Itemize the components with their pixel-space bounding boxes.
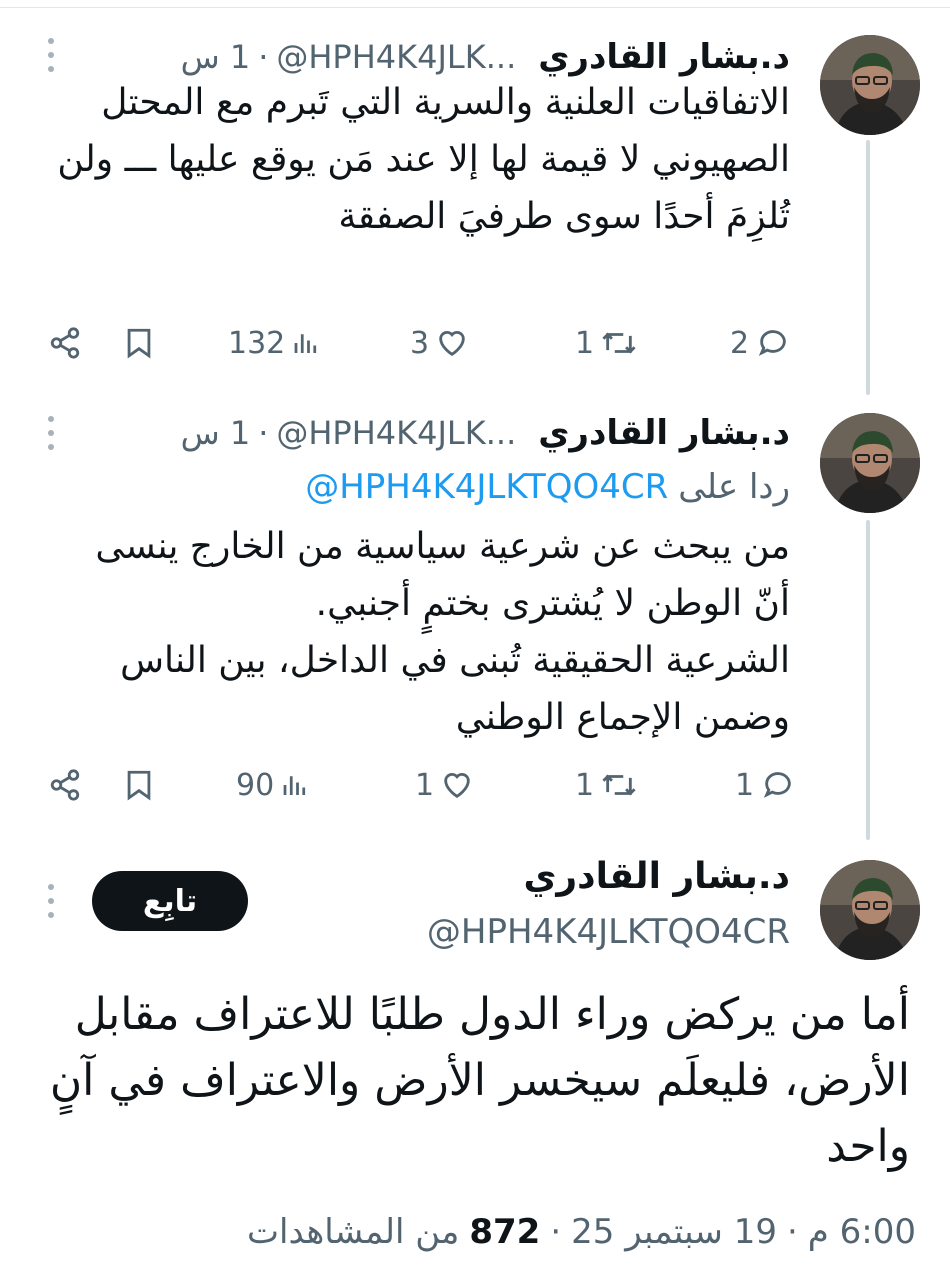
separator-dot: · <box>258 38 269 76</box>
likes-count: 1 <box>415 767 435 803</box>
reply-mention-link[interactable]: @HPH4K4JLKTQO4CR <box>305 467 668 507</box>
retweet-icon <box>602 332 636 354</box>
tweet-actions: 90 1 1 1 <box>40 760 800 810</box>
retweet-button[interactable]: 1 <box>575 318 638 368</box>
display-name[interactable]: د.بشار القادري <box>538 413 790 453</box>
follow-button[interactable]: تابِع <box>92 871 248 931</box>
tweet-text: من يبحث عن شرعية سياسية من الخارج ينسى أ… <box>95 526 790 738</box>
display-name[interactable]: د.بشار القادري <box>538 37 790 77</box>
views-count[interactable]: 872 <box>469 1212 540 1252</box>
heart-icon <box>439 331 465 357</box>
tweet-time[interactable]: 1 س <box>181 414 251 452</box>
tweet-text: أما من يركض وراء الدول طلبًا للاعتراف مق… <box>49 989 910 1172</box>
retweet-button[interactable]: 1 <box>575 760 638 810</box>
reply-prefix: ردا على <box>678 467 790 507</box>
reply-button[interactable]: 2 <box>730 318 791 368</box>
tweet-header: 1 س · @HPH4K4JLK... د.بشار القادري <box>181 408 790 458</box>
bookmark-button[interactable] <box>122 318 156 368</box>
display-name[interactable]: د.بشار القادري <box>523 856 790 912</box>
share-button[interactable] <box>48 760 82 810</box>
retweets-count: 1 <box>575 325 595 361</box>
thread-view: 1 س · @HPH4K4JLK... د.بشار القادري الاتف… <box>0 0 950 1280</box>
user-handle[interactable]: @HPH4K4JLK... <box>276 38 516 76</box>
views-count: 132 <box>228 325 286 361</box>
views-chart-icon <box>294 334 317 353</box>
user-handle[interactable]: @HPH4K4JLKTQO4CR <box>427 912 790 962</box>
more-vertical-icon[interactable] <box>46 38 56 72</box>
user-handle[interactable]: @HPH4K4JLK... <box>276 414 516 452</box>
replies-count: 1 <box>735 767 755 803</box>
share-icon <box>50 769 80 801</box>
avatar[interactable] <box>820 860 920 960</box>
replies-count: 2 <box>730 325 750 361</box>
avatar[interactable] <box>820 413 920 513</box>
thread-connector <box>866 140 870 395</box>
heart-icon <box>444 773 470 799</box>
avatar[interactable] <box>820 35 920 135</box>
bookmark-icon <box>127 770 151 801</box>
separator-dot: · <box>550 1212 562 1252</box>
views-count: 90 <box>236 767 275 803</box>
bookmark-icon <box>127 328 151 359</box>
separator-dot: · <box>258 414 269 452</box>
thread-connector <box>866 520 870 840</box>
retweets-count: 1 <box>575 767 595 803</box>
views-button[interactable]: 90 <box>236 760 310 810</box>
retweet-icon <box>602 774 636 796</box>
tweet-meta: 6:00 م · 19 سبتمبر 25 · 872 من المشاهدات <box>247 1206 916 1258</box>
more-vertical-icon[interactable] <box>46 416 56 450</box>
tweet-time[interactable]: 1 س <box>181 38 251 76</box>
like-button[interactable]: 3 <box>410 318 469 368</box>
views-label: من المشاهدات <box>247 1212 460 1252</box>
views-button[interactable]: 132 <box>228 318 321 368</box>
more-vertical-icon[interactable] <box>46 884 56 918</box>
reply-button[interactable]: 1 <box>735 760 796 810</box>
tweet-time[interactable]: 6:00 م <box>808 1212 916 1252</box>
bookmark-button[interactable] <box>122 760 156 810</box>
tweet-date[interactable]: 19 سبتمبر 25 <box>571 1212 777 1252</box>
likes-count: 3 <box>410 325 430 361</box>
reply-context: ردا على @HPH4K4JLKTQO4CR <box>305 462 790 512</box>
share-button[interactable] <box>48 318 82 368</box>
tweet-text: الاتفاقيات العلنية والسرية التي تَبرم مع… <box>57 82 790 237</box>
share-icon <box>50 327 80 359</box>
like-button[interactable]: 1 <box>415 760 474 810</box>
separator-dot: · <box>786 1212 798 1252</box>
views-chart-icon <box>283 776 306 795</box>
reply-icon <box>758 330 786 356</box>
top-divider <box>0 0 950 8</box>
reply-icon <box>763 772 791 798</box>
tweet-actions: 132 3 1 2 <box>40 318 800 368</box>
